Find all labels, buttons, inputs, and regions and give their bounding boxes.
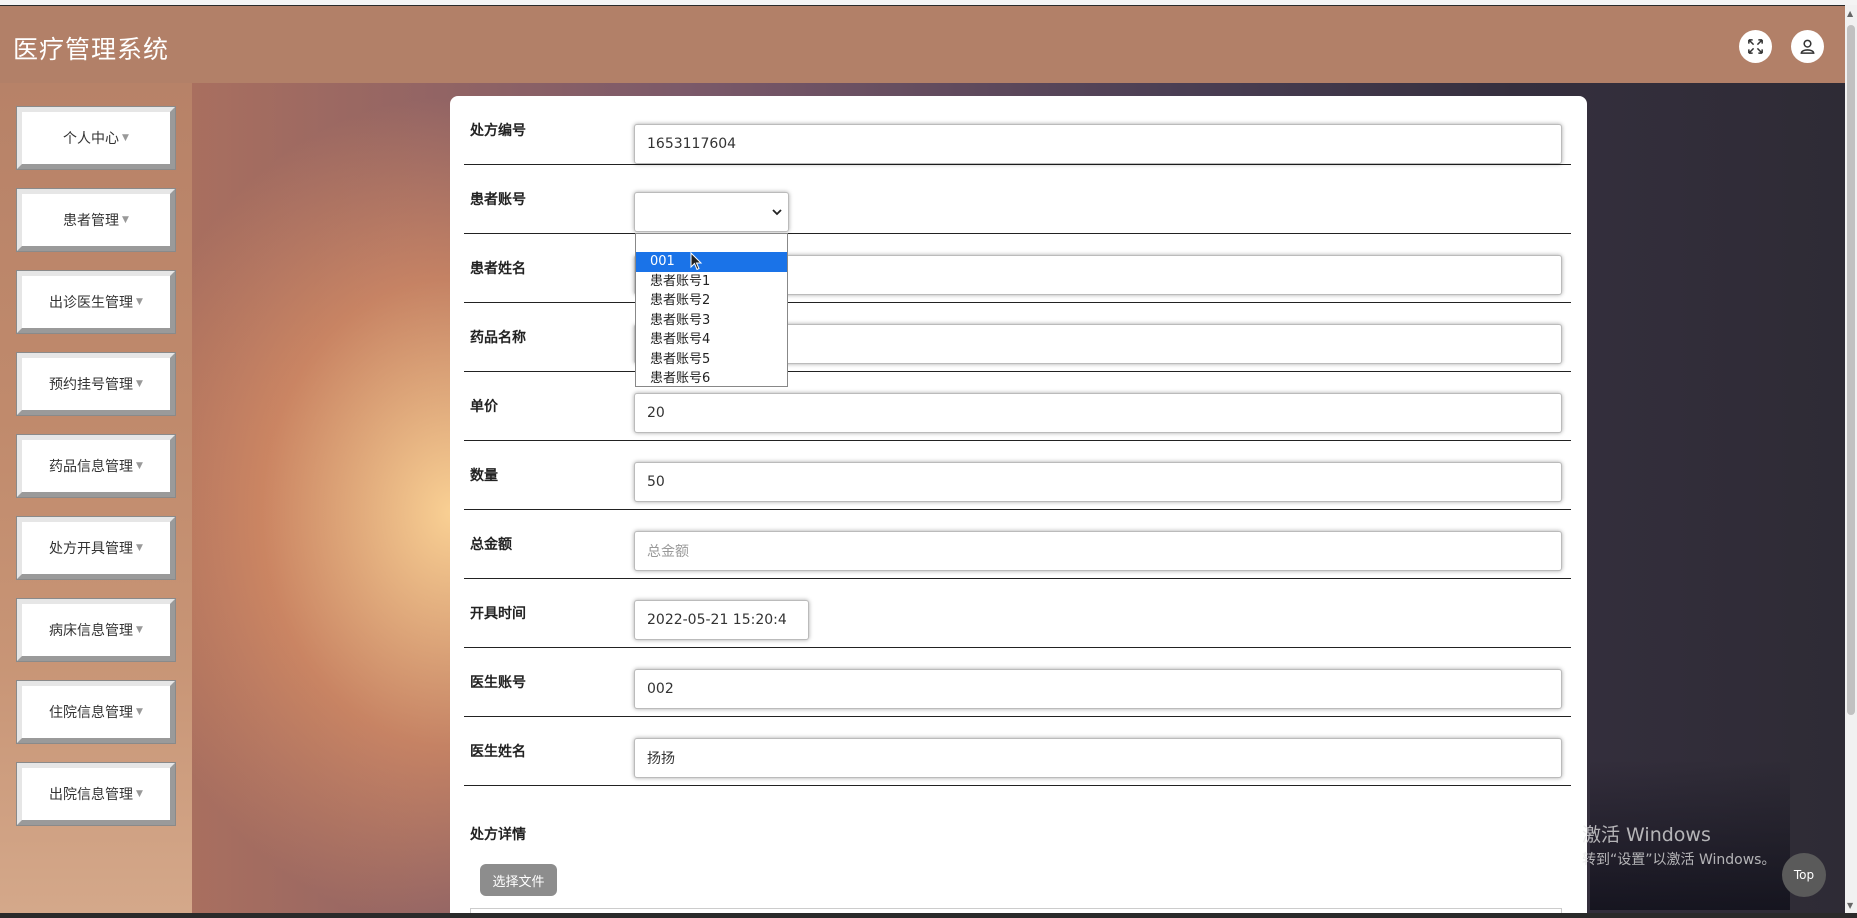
field-label: 单价 <box>470 399 498 415</box>
patient-account-dropdown: 001 患者账号1 患者账号2 患者账号3 患者账号4 患者账号5 患者账号6 <box>635 233 788 387</box>
doctor-account-input[interactable]: 002 <box>634 669 1562 709</box>
caret-down-icon: ▼ <box>136 379 143 389</box>
app-title: 医疗管理系统 <box>13 35 170 64</box>
dropdown-option[interactable]: 患者账号5 <box>636 350 787 370</box>
caret-down-icon: ▼ <box>122 215 129 225</box>
total-amount-input[interactable]: 总金额 <box>634 531 1562 571</box>
doctor-name-input[interactable]: 扬扬 <box>634 738 1562 778</box>
sidebar-item-label: 处方开具管理 <box>49 541 134 557</box>
caret-down-icon: ▼ <box>136 625 143 635</box>
scroll-up-arrow-icon[interactable]: ▲ <box>1847 9 1853 18</box>
sidebar-item-personal-center[interactable]: 个人中心 ▼ <box>17 107 175 169</box>
field-label: 处方编号 <box>470 123 526 139</box>
scroll-down-arrow-icon[interactable]: ▼ <box>1847 901 1853 910</box>
form-row-unit-price: 单价 20 <box>464 372 1571 441</box>
caret-down-icon: ▼ <box>136 789 143 799</box>
sidebar-item-bed-management[interactable]: 病床信息管理 ▼ <box>17 599 175 661</box>
form-row-doctor-account: 医生账号 002 <box>464 648 1571 717</box>
form-card: 处方编号 1653117604 患者账号 患者姓名 药品名称 单价 20 数量 … <box>450 96 1587 918</box>
caret-down-icon: ▼ <box>122 133 129 143</box>
dropdown-option-empty[interactable] <box>636 234 787 252</box>
sidebar-item-label: 出诊医生管理 <box>49 295 134 311</box>
field-label: 医生姓名 <box>470 744 526 760</box>
sidebar-item-prescription-management[interactable]: 处方开具管理 ▼ <box>17 517 175 579</box>
dropdown-option[interactable]: 患者账号4 <box>636 330 787 350</box>
chevron-down-icon <box>772 208 782 215</box>
caret-down-icon: ▼ <box>136 297 143 307</box>
sidebar-item-doctor-management[interactable]: 出诊医生管理 ▼ <box>17 271 175 333</box>
prescription-no-input[interactable]: 1653117604 <box>634 124 1562 164</box>
windows-activation-watermark: 激活 Windows 转到“设置”以激活 Windows。 <box>1582 820 1775 869</box>
dropdown-option[interactable]: 患者账号6 <box>636 369 787 389</box>
fullscreen-icon <box>1748 39 1763 54</box>
app-header: 医疗管理系统 <box>0 5 1845 83</box>
watermark-title: 激活 Windows <box>1582 824 1711 846</box>
sidebar: 个人中心 ▼ 患者管理 ▼ 出诊医生管理 ▼ 预约挂号管理 ▼ 药品信息管理 ▼ 处方开具… <box>0 83 192 913</box>
fullscreen-button[interactable] <box>1739 30 1772 63</box>
sidebar-item-label: 个人中心 <box>63 131 120 147</box>
choose-file-button[interactable]: 选择文件 <box>480 864 557 896</box>
form-row-prescription-no: 处方编号 1653117604 <box>464 96 1571 165</box>
sidebar-item-appointment-management[interactable]: 预约挂号管理 ▼ <box>17 353 175 415</box>
field-label: 总金额 <box>470 537 512 553</box>
patient-account-select[interactable] <box>634 192 789 232</box>
form-row-patient-name: 患者姓名 <box>464 234 1571 303</box>
sidebar-item-label: 患者管理 <box>63 213 120 229</box>
form-row-drug-name: 药品名称 <box>464 303 1571 372</box>
scrollbar-thumb[interactable] <box>1847 25 1855 715</box>
form-row-doctor-name: 医生姓名 扬扬 <box>464 717 1571 786</box>
back-to-top-button[interactable]: Top <box>1782 853 1826 897</box>
field-label: 患者账号 <box>470 192 526 208</box>
sidebar-item-drug-management[interactable]: 药品信息管理 ▼ <box>17 435 175 497</box>
field-label: 开具时间 <box>470 606 526 622</box>
field-label: 患者姓名 <box>470 261 526 277</box>
caret-down-icon: ▼ <box>136 707 143 717</box>
dropdown-option[interactable]: 患者账号2 <box>636 291 787 311</box>
caret-down-icon: ▼ <box>136 543 143 553</box>
vertical-scrollbar[interactable]: ▲ ▼ <box>1845 5 1857 913</box>
mouse-cursor-icon <box>690 252 703 271</box>
caret-down-icon: ▼ <box>136 461 143 471</box>
form-row-quantity: 数量 50 <box>464 441 1571 510</box>
watermark-subtitle: 转到“设置”以激活 Windows。 <box>1582 852 1776 868</box>
sidebar-item-discharge-management[interactable]: 出院信息管理 ▼ <box>17 763 175 825</box>
sidebar-item-label: 药品信息管理 <box>49 459 134 475</box>
form-row-total: 总金额 总金额 <box>464 510 1571 579</box>
prescription-detail-label: 处方详情 <box>470 827 526 843</box>
sidebar-item-label: 出院信息管理 <box>49 787 134 803</box>
sidebar-item-patient-management[interactable]: 患者管理 ▼ <box>17 189 175 251</box>
user-button[interactable] <box>1791 30 1824 63</box>
field-label: 药品名称 <box>470 330 526 346</box>
quantity-input[interactable]: 50 <box>634 462 1562 502</box>
sidebar-item-label: 病床信息管理 <box>49 623 134 639</box>
field-label: 医生账号 <box>470 675 526 691</box>
dropdown-option[interactable]: 患者账号1 <box>636 272 787 292</box>
form-row-issue-time: 开具时间 2022-05-21 15:20:4 <box>464 579 1571 648</box>
user-icon <box>1800 39 1815 54</box>
window-bottom-edge <box>0 913 1857 918</box>
field-label: 数量 <box>470 468 498 484</box>
form-row-patient-account: 患者账号 <box>464 165 1571 234</box>
issue-time-input[interactable]: 2022-05-21 15:20:4 <box>634 600 809 640</box>
dropdown-option[interactable]: 患者账号3 <box>636 311 787 331</box>
unit-price-input[interactable]: 20 <box>634 393 1562 433</box>
sidebar-item-label: 住院信息管理 <box>49 705 134 721</box>
dropdown-option[interactable]: 001 <box>636 252 787 272</box>
sidebar-item-label: 预约挂号管理 <box>49 377 134 393</box>
sidebar-item-admission-management[interactable]: 住院信息管理 ▼ <box>17 681 175 743</box>
